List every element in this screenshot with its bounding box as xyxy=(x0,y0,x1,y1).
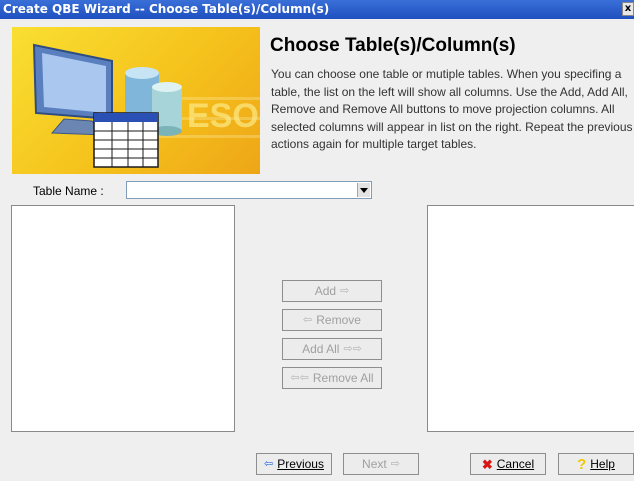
double-arrow-right-icon: ⇨⇨ xyxy=(343,342,362,355)
page-description: You can choose one table or mutiple tabl… xyxy=(271,67,633,151)
add-button-label: Add xyxy=(314,284,337,298)
next-button[interactable]: Next ⇨ xyxy=(343,453,419,475)
table-name-label: Table Name : xyxy=(33,184,104,198)
arrow-right-icon: ⇨ xyxy=(390,457,400,470)
cancel-button[interactable]: ✖ Cancel xyxy=(470,453,546,475)
help-button-label: Help xyxy=(590,457,615,471)
arrow-left-icon: ⇦ xyxy=(303,313,313,326)
add-all-button-label: Add All xyxy=(302,342,340,356)
previous-button[interactable]: ⇦ Previous xyxy=(256,453,332,475)
close-button[interactable]: x xyxy=(622,2,634,16)
help-icon: ? xyxy=(577,455,587,473)
selected-columns-list[interactable] xyxy=(427,205,634,432)
table-name-select[interactable] xyxy=(126,181,372,199)
page-title: Choose Table(s)/Column(s) xyxy=(270,35,516,56)
chevron-down-icon[interactable] xyxy=(357,183,370,197)
arrow-left-icon: ⇦ xyxy=(264,457,274,470)
next-button-label: Next xyxy=(362,457,387,471)
banner-watermark: ESOF xyxy=(187,97,260,135)
cancel-x-icon: ✖ xyxy=(481,456,493,472)
remove-button[interactable]: ⇦ Remove xyxy=(282,309,382,331)
wizard-banner-image: ESOF xyxy=(12,27,260,174)
add-button[interactable]: Add ⇨ xyxy=(282,280,382,302)
window-titlebar: Create QBE Wizard -- Choose Table(s)/Col… xyxy=(0,0,634,19)
close-icon: x xyxy=(624,3,632,14)
remove-button-label: Remove xyxy=(316,313,361,327)
available-columns-list[interactable] xyxy=(11,205,235,432)
database-illustration: ESOF xyxy=(32,43,260,168)
double-arrow-left-icon: ⇦⇦ xyxy=(290,371,309,384)
help-button[interactable]: ? Help xyxy=(558,453,634,475)
previous-button-label: Previous xyxy=(277,457,324,471)
arrow-right-icon: ⇨ xyxy=(340,284,350,297)
add-all-button[interactable]: Add All ⇨⇨ xyxy=(282,338,382,360)
remove-all-button-label: Remove All xyxy=(312,371,374,385)
window-title: Create QBE Wizard -- Choose Table(s)/Col… xyxy=(3,2,330,16)
remove-all-button[interactable]: ⇦⇦ Remove All xyxy=(282,367,382,389)
cancel-button-label: Cancel xyxy=(496,457,535,471)
